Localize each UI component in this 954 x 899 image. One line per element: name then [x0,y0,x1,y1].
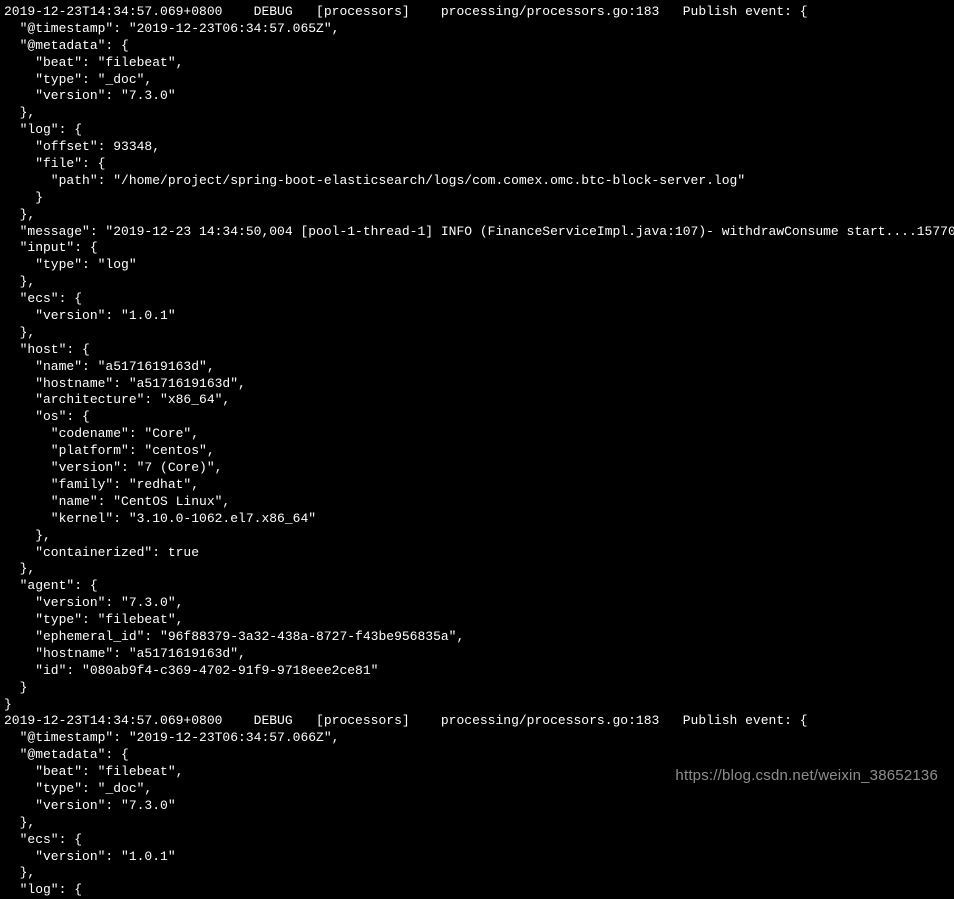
log-line: "log": { [4,882,82,897]
log-line: "@metadata": { [4,747,129,762]
log-line: "platform": "centos", [4,443,215,458]
log-line: "version": "7.3.0" [4,88,176,103]
log-line: "beat": "filebeat", [4,55,183,70]
log-line: "offset": 93348, [4,139,160,154]
log-line: "architecture": "x86_64", [4,392,230,407]
log-line: } [4,697,12,712]
log-line: "log": { [4,122,82,137]
log-line: "@timestamp": "2019-12-23T06:34:57.065Z"… [4,21,339,36]
log-line: "ecs": { [4,832,82,847]
log-line: }, [4,528,51,543]
log-line: "message": "2019-12-23 14:34:50,004 [poo… [4,224,954,239]
log-line: "version": "7.3.0", [4,595,183,610]
log-line: "containerized": true [4,545,199,560]
log-line: "ephemeral_id": "96f88379-3a32-438a-8727… [4,629,464,644]
log-line: "type": "_doc", [4,781,152,796]
log-line: }, [4,207,35,222]
log-line: }, [4,105,35,120]
log-line: "version": "7.3.0" [4,798,176,813]
log-line: "hostname": "a5171619163d", [4,646,246,661]
watermark-text: https://blog.csdn.net/weixin_38652136 [675,766,938,786]
log-line: "version": "1.0.1" [4,308,176,323]
log-line: "kernel": "3.10.0-1062.el7.x86_64" [4,511,316,526]
log-line: "name": "CentOS Linux", [4,494,230,509]
log-line: "type": "_doc", [4,72,152,87]
log-line: "ecs": { [4,291,82,306]
log-line: "version": "1.0.1" [4,849,176,864]
log-line: "@metadata": { [4,38,129,53]
log-line: "type": "log" [4,257,137,272]
log-line: "hostname": "a5171619163d", [4,376,246,391]
log-line: }, [4,561,35,576]
log-line: "id": "080ab9f4-c369-4702-91f9-9718eee2c… [4,663,378,678]
log-line: "file": { [4,156,105,171]
log-line: }, [4,815,35,830]
log-line: "family": "redhat", [4,477,199,492]
log-line: "version": "7 (Core)", [4,460,222,475]
log-line: } [4,680,27,695]
log-line: }, [4,274,35,289]
log-line: "codename": "Core", [4,426,199,441]
log-line: "name": "a5171619163d", [4,359,215,374]
log-line: 2019-12-23T14:34:57.069+0800 DEBUG [proc… [4,713,808,728]
log-line: "@timestamp": "2019-12-23T06:34:57.066Z"… [4,730,339,745]
log-line: }, [4,865,35,880]
log-line: "os": { [4,409,90,424]
log-line: "type": "filebeat", [4,612,183,627]
log-line: "host": { [4,342,90,357]
log-line: } [4,190,43,205]
log-line: }, [4,325,35,340]
log-line: "agent": { [4,578,98,593]
log-line: 2019-12-23T14:34:57.069+0800 DEBUG [proc… [4,4,808,19]
log-line: "beat": "filebeat", [4,764,183,779]
log-line: "input": { [4,240,98,255]
log-line: "path": "/home/project/spring-boot-elast… [4,173,745,188]
